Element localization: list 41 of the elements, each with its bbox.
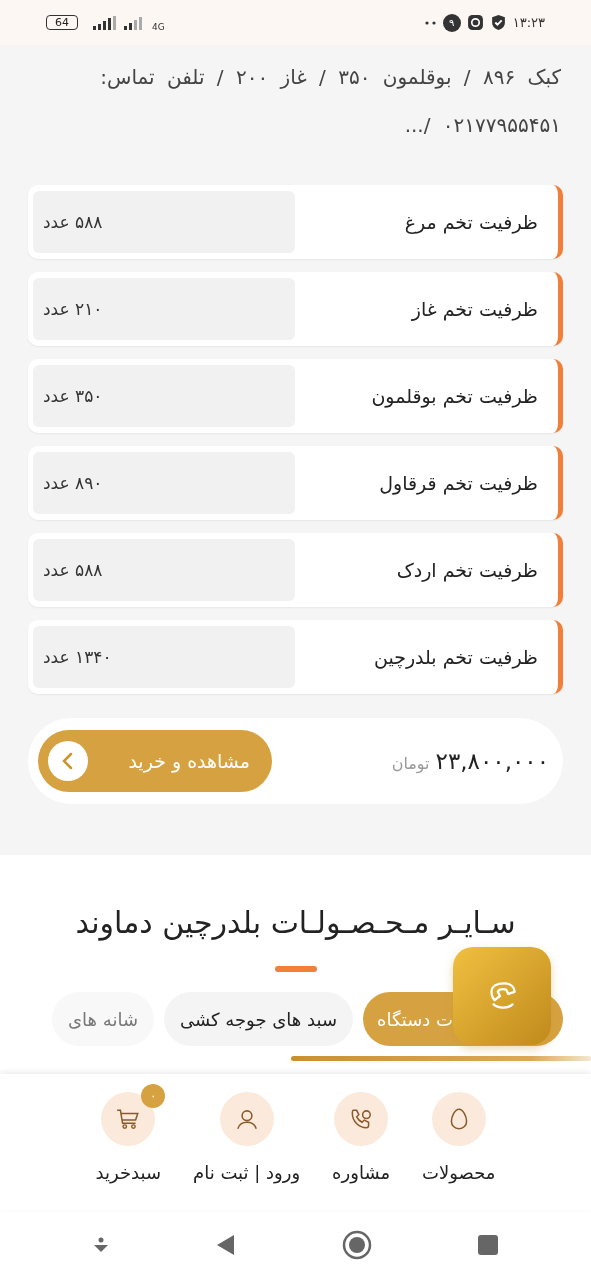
cart-count-badge: ۰: [141, 1084, 166, 1108]
nav-label: مشاوره: [332, 1162, 391, 1183]
nav-item[interactable]: ورود | ثبت نام: [185, 1082, 309, 1210]
category-tab[interactable]: سبد های جوجه کشی: [163, 992, 353, 1046]
nav-label: محصولات: [422, 1162, 496, 1183]
chevron-left-icon: [48, 741, 88, 781]
call-button[interactable]: [453, 947, 551, 1045]
price-amount: ۲۳,۸۰۰,۰۰۰: [435, 748, 549, 774]
spec-label: ظرفیت تخم قرقاول: [379, 472, 538, 494]
recents-icon[interactable]: [475, 1233, 500, 1257]
battery-level: 64: [46, 15, 78, 30]
price-currency: تومان: [391, 754, 430, 773]
nav-item[interactable]: مشاوره: [324, 1082, 399, 1210]
spec-value: ۲۱۰ عدد: [33, 278, 295, 340]
shield-check-icon: [489, 14, 507, 31]
nav-item[interactable]: محصولات: [414, 1082, 504, 1210]
signal-icon: [92, 15, 116, 30]
description-text: کبک ۸۹۶ / بوقلمون ۳۵۰ / غاز ۲۰۰ / تلفن تماس:: [99, 64, 562, 91]
description-text: ۰۲۱۷۷۹۵۵۴۵۱ /...: [403, 112, 562, 139]
more-dots-icon: [424, 20, 437, 25]
spec-label: ظرفیت تخم مرغ: [404, 211, 538, 233]
title-underline: [274, 966, 317, 972]
category-tab[interactable]: شانه های: [51, 992, 154, 1046]
status-time: ۱۳:۲۳: [512, 15, 545, 30]
spec-value: ۳۵۰ عدد: [33, 365, 295, 427]
nav-label: سبدخرید: [95, 1162, 161, 1183]
spec-label: ظرفیت تخم غاز: [411, 298, 538, 320]
network-label: 4G: [152, 21, 165, 32]
spec-label: ظرفیت تخم اردک: [396, 559, 538, 581]
spec-label: ظرفیت تخم بوقلمون: [371, 385, 538, 407]
section-title: سـایـر مـحـصـولـات بلدرچین دماوند: [75, 905, 516, 940]
nav-item[interactable]: ۰ سبدخرید: [87, 1082, 169, 1210]
notification-badge: ۹: [442, 13, 461, 32]
spec-value: ۱۳۴۰ عدد: [33, 626, 295, 688]
spec-value: ۵۸۸ عدد: [33, 191, 295, 253]
spec-label: ظرفیت تخم بلدرچین: [373, 646, 538, 668]
spec-value: ۸۹۰ عدد: [33, 452, 295, 514]
app-icon: [466, 14, 484, 31]
nav-label: ورود | ثبت نام: [193, 1162, 301, 1183]
home-icon[interactable]: [340, 1229, 373, 1261]
spec-value: ۵۸۸ عدد: [33, 539, 295, 601]
